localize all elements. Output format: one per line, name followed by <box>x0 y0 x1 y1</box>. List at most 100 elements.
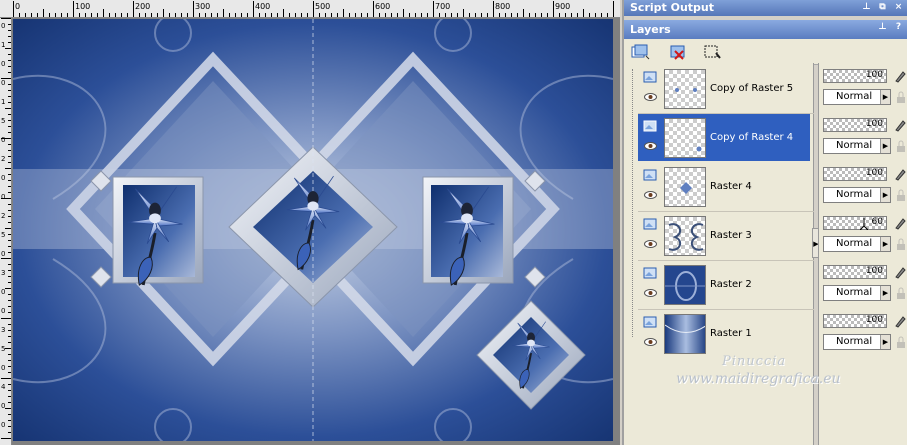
brush-icon[interactable] <box>893 265 907 279</box>
ruler-tick <box>457 13 458 17</box>
ruler-tick <box>85 13 86 17</box>
blend-mode-select[interactable]: Normal ▶ <box>823 334 891 350</box>
dropdown-arrow-icon[interactable]: ▶ <box>880 237 890 251</box>
ruler-tick <box>235 13 236 17</box>
ruler-label: 3 <box>1 326 6 334</box>
dropdown-arrow-icon[interactable]: ▶ <box>880 188 890 202</box>
ruler-tick <box>493 1 494 17</box>
ruler-tick <box>8 360 11 361</box>
dropdown-arrow-icon[interactable]: ▶ <box>880 335 890 349</box>
ruler-tick <box>427 13 428 17</box>
layer-row[interactable]: Copy of Raster 5 <box>624 65 814 114</box>
script-output-titlebar[interactable]: Script Output ⊥ ⧉ × <box>624 0 907 16</box>
ruler-tick <box>8 324 11 325</box>
ruler-tick <box>8 180 11 181</box>
ruler-tick <box>481 13 482 17</box>
layer-row[interactable]: Raster 3 <box>624 212 814 261</box>
raster-layer-icon <box>643 169 657 181</box>
dropdown-arrow-icon[interactable]: ▶ <box>880 286 890 300</box>
ruler-tick <box>8 384 11 385</box>
lock-icon[interactable] <box>895 287 907 299</box>
slider-thumb-icon[interactable] <box>860 218 868 230</box>
mask-icon[interactable] <box>702 43 722 61</box>
ruler-tick <box>8 366 11 367</box>
opacity-slider[interactable]: 100 <box>823 167 887 181</box>
layer-row[interactable]: Raster 4 <box>624 163 814 212</box>
ruler-label: 4 <box>1 383 6 391</box>
opacity-slider[interactable]: 100 <box>823 69 887 83</box>
help-icon[interactable]: ? <box>892 21 905 34</box>
pin-icon[interactable]: ⊥ <box>860 1 873 14</box>
blend-mode-select[interactable]: Normal ▶ <box>823 236 891 252</box>
opacity-slider[interactable]: 60 <box>823 216 887 230</box>
ruler-tick <box>271 13 272 17</box>
ruler-tick <box>223 9 224 17</box>
ruler-tick <box>91 13 92 17</box>
brush-icon[interactable] <box>893 314 907 328</box>
ruler-tick <box>8 24 11 25</box>
ruler-tick <box>571 13 572 17</box>
raster-layer-icon <box>643 218 657 230</box>
maximize-icon[interactable]: ⧉ <box>876 1 889 14</box>
brush-icon[interactable] <box>893 167 907 181</box>
ruler-tick <box>397 13 398 17</box>
layer-row[interactable]: Raster 2 <box>624 261 814 310</box>
visibility-eye-icon[interactable] <box>644 93 657 101</box>
raster-layer-icon <box>643 71 657 83</box>
brush-icon[interactable] <box>893 69 907 83</box>
ruler-tick <box>415 13 416 17</box>
ruler-label: 0 <box>1 174 6 182</box>
dropdown-arrow-icon[interactable]: ▶ <box>880 90 890 104</box>
blend-mode-select[interactable]: Normal ▶ <box>823 187 891 203</box>
lock-icon[interactable] <box>895 91 907 103</box>
ruler-tick <box>331 13 332 17</box>
ruler-tick <box>403 9 404 17</box>
visibility-eye-icon[interactable] <box>644 191 657 199</box>
lock-icon[interactable] <box>895 140 907 152</box>
opacity-slider[interactable]: 100 <box>823 314 887 328</box>
ruler-tick <box>103 9 104 17</box>
ruler-label: 5 <box>1 117 6 125</box>
lock-icon[interactable] <box>895 336 907 348</box>
ruler-tick <box>8 90 11 91</box>
opacity-slider[interactable]: 100 <box>823 265 887 279</box>
ruler-tick <box>445 13 446 17</box>
ruler-tick <box>8 264 11 265</box>
pin-icon[interactable]: ⊥ <box>876 21 889 34</box>
visibility-eye-icon[interactable] <box>644 142 657 150</box>
layer-row[interactable]: Raster 1 <box>624 310 814 359</box>
new-layer-icon[interactable] <box>630 43 650 61</box>
blend-mode-select[interactable]: Normal ▶ <box>823 89 891 105</box>
raster-layer-icon <box>643 316 657 328</box>
ruler-label: 0 <box>1 22 6 30</box>
image-canvas[interactable] <box>13 19 613 441</box>
ruler-tick <box>5 228 11 229</box>
brush-icon[interactable] <box>893 118 907 132</box>
lock-icon[interactable] <box>895 189 907 201</box>
lock-icon[interactable] <box>895 238 907 250</box>
close-icon[interactable]: × <box>892 1 905 14</box>
ruler-tick <box>8 330 11 331</box>
ruler-tick <box>421 13 422 17</box>
blend-mode-select[interactable]: Normal ▶ <box>823 138 891 154</box>
ruler-tick <box>8 114 11 115</box>
blend-mode-select[interactable]: Normal ▶ <box>823 285 891 301</box>
layer-thumbnail <box>664 69 706 109</box>
visibility-eye-icon[interactable] <box>644 338 657 346</box>
dropdown-arrow-icon[interactable]: ▶ <box>880 139 890 153</box>
ruler-tick <box>8 294 11 295</box>
delete-layer-icon[interactable] <box>668 43 688 61</box>
ruler-tick <box>1 438 11 439</box>
brush-icon[interactable] <box>893 216 907 230</box>
ruler-tick <box>8 270 11 271</box>
opacity-slider[interactable]: 100 <box>823 118 887 132</box>
ruler-tick <box>589 13 590 17</box>
ruler-tick <box>133 1 134 17</box>
layer-thumbnail <box>664 314 706 354</box>
visibility-eye-icon[interactable] <box>644 289 657 297</box>
ruler-tick <box>8 414 11 415</box>
visibility-eye-icon[interactable] <box>644 240 657 248</box>
app-window: 0 100 200 300 400 500 600 700 800 900 01001502002… <box>0 0 907 445</box>
layer-row-selected[interactable]: Copy of Raster 4 <box>624 114 814 163</box>
layers-titlebar[interactable]: Layers ⊥ ? <box>624 20 907 39</box>
